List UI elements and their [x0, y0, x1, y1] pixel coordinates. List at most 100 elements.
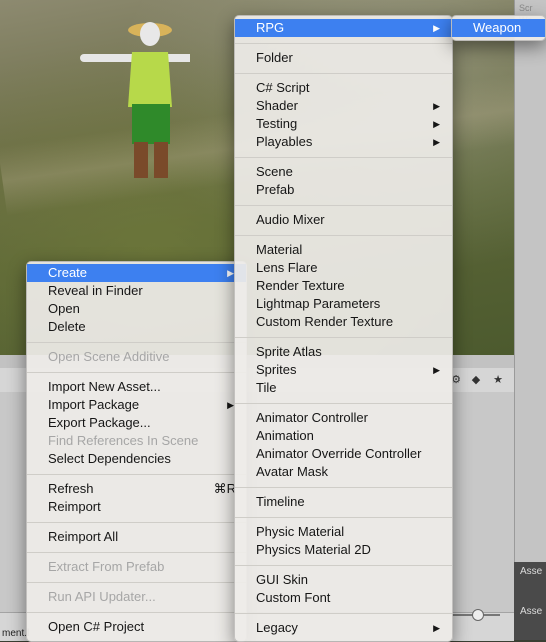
menu-item-label: Lens Flare — [256, 260, 318, 275]
menu-item-open-c-project[interactable]: Open C# Project — [27, 618, 246, 636]
menu-item-label: Export Package... — [48, 415, 151, 430]
menu-item-custom-render-texture[interactable]: Custom Render Texture — [235, 313, 452, 331]
menu-item-label: Reveal in Finder — [48, 283, 143, 298]
inspector-panel: Scr We — [514, 0, 546, 640]
menu-separator — [235, 235, 452, 236]
menu-item-prefab[interactable]: Prefab — [235, 181, 452, 199]
create-submenu: RPG ▶ Folder C# Script Shader ▶ Testing ▶ Playab… — [234, 15, 453, 642]
menu-item-select-dependencies[interactable]: Select Dependencies — [27, 450, 246, 468]
menu-item-label: Weapon — [473, 20, 522, 35]
menu-item-label: Material — [256, 242, 303, 257]
menu-item-testing[interactable]: Testing ▶ — [235, 115, 452, 133]
menu-separator — [27, 372, 246, 373]
menu-item-delete[interactable]: Delete — [27, 318, 246, 336]
menu-item-reimport-all[interactable]: Reimport All — [27, 528, 246, 546]
menu-separator — [235, 565, 452, 566]
menu-item-label: Sprites — [256, 362, 297, 377]
menu-item-run-api-updater: Run API Updater... — [27, 588, 246, 606]
menu-separator — [235, 43, 452, 44]
menu-item-export-package[interactable]: Export Package... — [27, 414, 246, 432]
menu-item-physics-material-2d[interactable]: Physics Material 2D — [235, 541, 452, 559]
menu-item-render-texture[interactable]: Render Texture — [235, 277, 452, 295]
menu-separator — [235, 403, 452, 404]
menu-item-extract-from-prefab: Extract From Prefab — [27, 558, 246, 576]
menu-item-label: Shader — [256, 98, 298, 113]
filter-label-icon[interactable]: ◆ — [468, 372, 484, 388]
menu-item-legacy[interactable]: Legacy ▶ — [235, 619, 452, 637]
character-model — [80, 22, 190, 178]
menu-item-label: Select Dependencies — [48, 451, 171, 466]
menu-item-avatar-mask[interactable]: Avatar Mask — [235, 463, 452, 481]
menu-item-label: RPG — [256, 20, 285, 35]
menu-item-material[interactable]: Material — [235, 241, 452, 259]
menu-item-label: Extract From Prefab — [48, 559, 165, 574]
submenu-arrow-icon: ▶ — [227, 400, 234, 410]
menu-item-rpg[interactable]: RPG ▶ — [235, 19, 452, 37]
asset-label-2: Asse — [520, 606, 543, 617]
submenu-arrow-icon: ▶ — [433, 623, 440, 633]
menu-item-timeline[interactable]: Timeline — [235, 493, 452, 511]
menu-item-label: Animator Override Controller — [256, 446, 422, 461]
menu-item-shader[interactable]: Shader ▶ — [235, 97, 452, 115]
menu-item-animator-override-controller[interactable]: Animator Override Controller — [235, 445, 452, 463]
menu-item-create[interactable]: Create ▶ — [27, 264, 246, 282]
menu-separator — [235, 73, 452, 74]
menu-item-c-script[interactable]: C# Script — [235, 79, 452, 97]
menu-item-gui-skin[interactable]: GUI Skin — [235, 571, 452, 589]
menu-item-label: Delete — [48, 319, 86, 334]
rpg-submenu: Weapon — [451, 15, 546, 41]
menu-item-audio-mixer[interactable]: Audio Mixer — [235, 211, 452, 229]
menu-item-label: Animator Controller — [256, 410, 368, 425]
menu-item-label: Import New Asset... — [48, 379, 161, 394]
menu-item-label: Timeline — [256, 494, 305, 509]
menu-item-label: Run API Updater... — [48, 589, 156, 604]
menu-item-label: Render Texture — [256, 278, 345, 293]
menu-item-reveal-in-finder[interactable]: Reveal in Finder — [27, 282, 246, 300]
menu-item-reimport[interactable]: Reimport — [27, 498, 246, 516]
menu-item-sprite-atlas[interactable]: Sprite Atlas — [235, 343, 452, 361]
menu-item-tile[interactable]: Tile — [235, 379, 452, 397]
menu-item-label: Open Scene Additive — [48, 349, 170, 364]
menu-item-label: Scene — [256, 164, 293, 179]
menu-item-animation[interactable]: Animation — [235, 427, 452, 445]
submenu-arrow-icon: ▶ — [433, 101, 440, 111]
menu-item-refresh[interactable]: Refresh ⌘R — [27, 480, 246, 498]
submenu-arrow-icon: ▶ — [433, 137, 440, 147]
menu-separator — [235, 487, 452, 488]
menu-item-scene[interactable]: Scene — [235, 163, 452, 181]
menu-item-open[interactable]: Open — [27, 300, 246, 318]
menu-separator — [235, 205, 452, 206]
menu-item-label: Prefab — [256, 182, 295, 197]
menu-separator — [27, 522, 246, 523]
menu-item-playables[interactable]: Playables ▶ — [235, 133, 452, 151]
inspector-partial-text: Scr — [519, 3, 533, 13]
zoom-slider-knob[interactable] — [472, 609, 484, 621]
menu-item-lens-flare[interactable]: Lens Flare — [235, 259, 452, 277]
menu-separator — [235, 613, 452, 614]
menu-item-label: Animation — [256, 428, 314, 443]
favorites-star-icon[interactable]: ★ — [490, 372, 506, 388]
menu-item-sprites[interactable]: Sprites ▶ — [235, 361, 452, 379]
menu-item-label: Find References In Scene — [48, 433, 199, 448]
menu-separator — [27, 582, 246, 583]
menu-item-label: Physics Material 2D — [256, 542, 371, 557]
submenu-arrow-icon: ▶ — [227, 268, 234, 278]
asset-inspector-panel: Asse Asse — [514, 562, 546, 640]
menu-item-physic-material[interactable]: Physic Material — [235, 523, 452, 541]
menu-item-label: Avatar Mask — [256, 464, 329, 479]
menu-item-custom-font[interactable]: Custom Font — [235, 589, 452, 607]
menu-item-import-package[interactable]: Import Package ▶ — [27, 396, 246, 414]
menu-shortcut: ⌘R — [213, 481, 236, 496]
menu-item-folder[interactable]: Folder — [235, 49, 452, 67]
project-context-menu: Create ▶ Reveal in Finder Open Delete Open Sc… — [26, 261, 247, 642]
menu-item-lightmap-parameters[interactable]: Lightmap Parameters — [235, 295, 452, 313]
menu-item-animator-controller[interactable]: Animator Controller — [235, 409, 452, 427]
menu-item-find-references-in-scene: Find References In Scene — [27, 432, 246, 450]
submenu-arrow-icon: ▶ — [433, 23, 440, 33]
menu-item-import-new-asset[interactable]: Import New Asset... — [27, 378, 246, 396]
menu-separator — [27, 474, 246, 475]
menu-item-weapon[interactable]: Weapon — [452, 19, 545, 37]
submenu-arrow-icon: ▶ — [433, 119, 440, 129]
menu-item-label: Open C# Project — [48, 619, 145, 634]
menu-item-label: GUI Skin — [256, 572, 309, 587]
